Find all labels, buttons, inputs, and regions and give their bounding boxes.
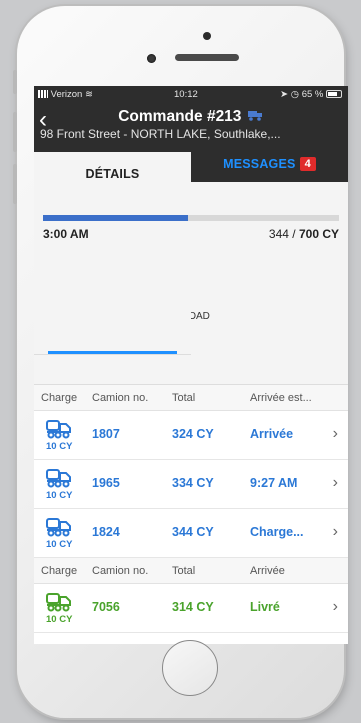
truck-icon xyxy=(247,110,264,124)
col-arrival: Arrivée xyxy=(250,565,285,577)
chevron-right-icon: › xyxy=(332,598,338,615)
tab-messages[interactable]: MESSAGES 4 xyxy=(191,152,348,182)
order-address: 98 Front Street - NORTH LAKE, Southlake,… xyxy=(40,127,281,141)
status-time: 10:12 xyxy=(174,89,198,100)
truck-icon xyxy=(46,592,72,612)
chevron-right-icon: › xyxy=(332,523,338,540)
home-button[interactable] xyxy=(162,640,218,696)
location-icon: ➤ xyxy=(280,89,289,100)
load-status: Livré xyxy=(250,600,280,614)
truck-icon xyxy=(46,419,72,439)
time-quantity-row: 3:00 AM 344 / 700 CY xyxy=(43,227,339,243)
load-size: 10 CY xyxy=(46,539,73,550)
col-charge: Charge xyxy=(41,392,78,404)
truck-icon xyxy=(46,468,72,488)
load-status: 9:27 AM xyxy=(250,476,298,490)
alarm-icon: ◷ xyxy=(290,89,300,100)
col-total: Total xyxy=(172,392,196,404)
table-row[interactable]: 10 CY 7056 314 CY Livré › xyxy=(34,584,348,633)
load-status: Charge... xyxy=(250,525,304,539)
tab-details[interactable]: DÉTAILS xyxy=(34,152,191,355)
col-charge: Charge xyxy=(41,565,78,577)
quantity-summary: 344 / 700 CY xyxy=(268,227,339,241)
app-screen: Verizon ≋ 10:12 ➤ ◷ 65 % ‹ Commande #213… xyxy=(34,86,348,644)
load-size: 10 CY xyxy=(46,490,73,501)
delivery-progress-bar xyxy=(43,215,339,221)
table-row[interactable]: 10 CY 1965 334 CY 9:27 AM › xyxy=(34,460,348,509)
delivered-loads-header: Charge Camion no. Total Arrivée xyxy=(34,558,348,584)
load-size: 10 CY xyxy=(46,614,73,625)
status-right: ➤ ◷ 65 % xyxy=(280,89,342,100)
truck-number: 1965 xyxy=(92,476,120,490)
front-camera xyxy=(147,54,156,63)
mute-switch xyxy=(13,70,17,94)
load-status: Arrivée xyxy=(250,427,294,441)
wifi-icon: ≋ xyxy=(84,89,93,100)
app-header: Verizon ≋ 10:12 ➤ ◷ 65 % ‹ Commande #213… xyxy=(34,86,348,355)
chevron-right-icon: › xyxy=(332,474,338,491)
truck-number: 1824 xyxy=(92,525,120,539)
order-time: 3:00 AM xyxy=(43,227,89,241)
speaker-grille xyxy=(175,54,239,61)
active-loads-header: Charge Camion no. Total Arrivée est... xyxy=(34,385,348,411)
battery-icon xyxy=(326,90,342,98)
cumulative-total: 324 CY xyxy=(172,427,214,441)
col-truck: Camion no. xyxy=(92,392,149,404)
truck-number: 7056 xyxy=(92,600,120,614)
volume-down-button xyxy=(13,164,17,204)
chevron-right-icon: › xyxy=(332,425,338,442)
truck-icon xyxy=(46,517,72,537)
tab-bar: DÉTAILS MESSAGES 4 xyxy=(34,152,348,355)
cumulative-total: 334 CY xyxy=(172,476,214,490)
camera xyxy=(203,32,211,40)
load-size: 10 CY xyxy=(46,441,73,452)
status-bar: Verizon ≋ 10:12 ➤ ◷ 65 % xyxy=(34,88,348,101)
page-title: Commande #213 xyxy=(34,108,348,126)
carrier: Verizon ≋ xyxy=(38,89,93,100)
message-count-badge: 4 xyxy=(299,157,316,171)
table-row[interactable]: 10 CY 1824 344 CY Charge... › xyxy=(34,509,348,558)
col-truck: Camion no. xyxy=(92,565,149,577)
table-row[interactable]: 10 CY 1807 324 CY Arrivée › xyxy=(34,411,348,460)
cumulative-total: 314 CY xyxy=(172,600,214,614)
signal-icon xyxy=(38,90,48,98)
cumulative-total: 344 CY xyxy=(172,525,214,539)
volume-up-button xyxy=(13,112,17,152)
col-total: Total xyxy=(172,565,196,577)
progress-fill xyxy=(43,215,189,221)
active-tab-indicator xyxy=(48,351,177,354)
truck-number: 1807 xyxy=(92,427,120,441)
col-eta: Arrivée est... xyxy=(250,392,312,404)
